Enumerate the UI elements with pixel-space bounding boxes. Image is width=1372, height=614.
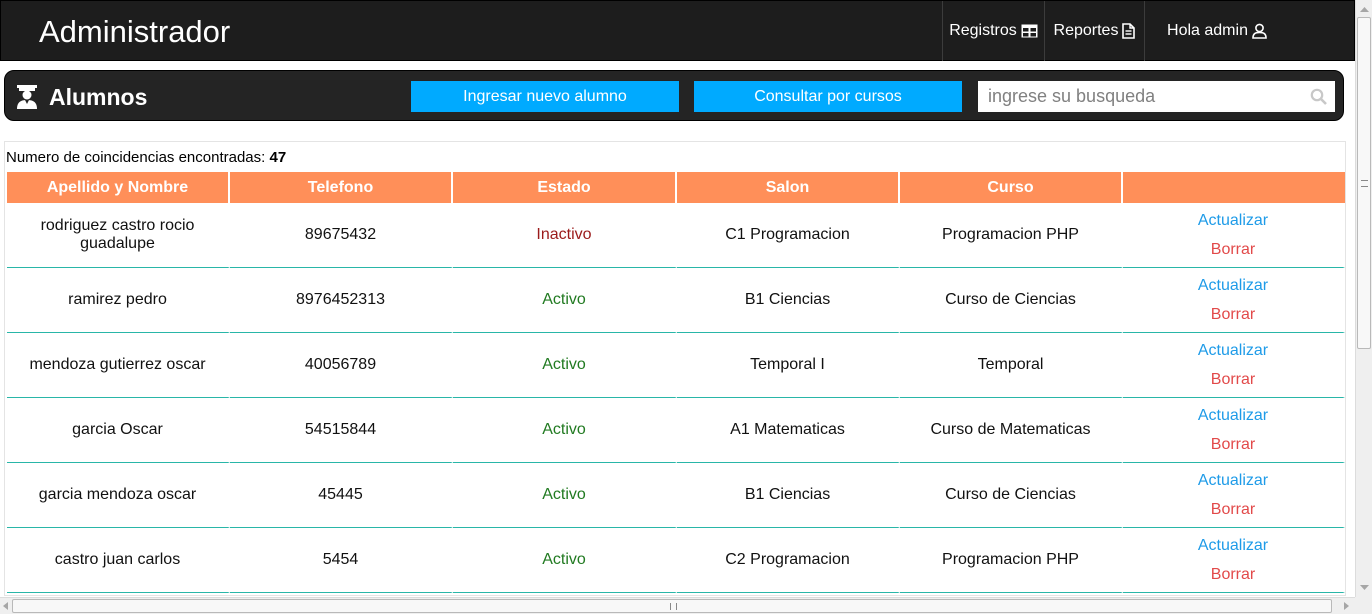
cell-nombre: garcia Oscar bbox=[7, 398, 230, 463]
col-header-salon[interactable]: Salon bbox=[677, 172, 900, 203]
results-count-value: 47 bbox=[269, 149, 287, 166]
scrollbar-corner bbox=[1355, 597, 1372, 614]
vertical-scroll-thumb[interactable] bbox=[1357, 17, 1371, 349]
cell-curso: Curso de Ciencias bbox=[900, 268, 1123, 333]
update-link[interactable]: Actualizar bbox=[1123, 212, 1343, 230]
cell-salon: B1 Ciencias bbox=[677, 463, 900, 528]
cell-actions: Actualizar Borrar bbox=[1123, 463, 1345, 528]
cell-salon: C1 Programacion bbox=[677, 203, 900, 268]
results-panel: Numero de coincidencias encontradas: 47 … bbox=[4, 141, 1346, 596]
cell-salon: B1 Ciencias bbox=[677, 268, 900, 333]
cell-nombre: castro juan carlos bbox=[7, 528, 230, 593]
section-title: Alumnos bbox=[49, 84, 148, 110]
cell-salon: Temporal I bbox=[677, 333, 900, 398]
nav-user-label: Hola admin bbox=[1167, 22, 1248, 39]
delete-link[interactable]: Borrar bbox=[1123, 436, 1343, 454]
nav-registros[interactable]: Registros bbox=[942, 1, 1044, 61]
col-header-actions bbox=[1123, 172, 1345, 203]
table-row: castro juan carlos 5454 Activo C2 Progra… bbox=[7, 528, 1345, 593]
table-row: garcia Oscar 54515844 Activo A1 Matemati… bbox=[7, 398, 1345, 463]
horizontal-scrollbar[interactable] bbox=[0, 597, 1355, 614]
scroll-down-arrow-icon[interactable] bbox=[1356, 580, 1372, 595]
cell-curso: Curso de Matematicas bbox=[900, 398, 1123, 463]
delete-link[interactable]: Borrar bbox=[1123, 371, 1343, 389]
section-header: Alumnos Ingresar nuevo alumno Consultar … bbox=[4, 70, 1344, 121]
scroll-up-arrow-icon[interactable] bbox=[1356, 2, 1372, 17]
cell-actions: Actualizar Borrar bbox=[1123, 268, 1345, 333]
user-icon bbox=[1252, 23, 1267, 39]
scroll-left-arrow-icon[interactable] bbox=[0, 598, 12, 614]
results-count-label: Numero de coincidencias encontradas: bbox=[6, 149, 266, 166]
update-link[interactable]: Actualizar bbox=[1123, 537, 1343, 555]
scroll-grip-icon bbox=[670, 603, 677, 610]
vertical-scrollbar[interactable] bbox=[1355, 0, 1372, 597]
nav-user-menu[interactable]: Hola admin bbox=[1144, 1, 1289, 61]
search-input[interactable] bbox=[978, 81, 1298, 112]
document-icon bbox=[1122, 23, 1136, 39]
students-table: Apellido y Nombre Telefono Estado Salon … bbox=[7, 172, 1345, 593]
table-row: rodriguez castro rocio guadalupe 8967543… bbox=[7, 203, 1345, 268]
cell-nombre: garcia mendoza oscar bbox=[7, 463, 230, 528]
cell-telefono: 5454 bbox=[230, 528, 453, 593]
student-icon bbox=[17, 85, 37, 109]
cell-telefono: 8976452313 bbox=[230, 268, 453, 333]
cell-nombre: rodriguez castro rocio guadalupe bbox=[7, 203, 230, 268]
table-row: mendoza gutierrez oscar 40056789 Activo … bbox=[7, 333, 1345, 398]
cell-estado: Activo bbox=[453, 528, 677, 593]
table-row: garcia mendoza oscar 45445 Activo B1 Cie… bbox=[7, 463, 1345, 528]
cell-actions: Actualizar Borrar bbox=[1123, 203, 1345, 268]
cell-telefono: 54515844 bbox=[230, 398, 453, 463]
cell-nombre: ramirez pedro bbox=[7, 268, 230, 333]
delete-link[interactable]: Borrar bbox=[1123, 306, 1343, 324]
nav-reportes-label: Reportes bbox=[1053, 22, 1119, 39]
delete-link[interactable]: Borrar bbox=[1123, 566, 1343, 584]
nav-registros-label: Registros bbox=[949, 22, 1017, 39]
update-link[interactable]: Actualizar bbox=[1123, 407, 1343, 425]
cell-actions: Actualizar Borrar bbox=[1123, 398, 1345, 463]
cell-curso: Programacion PHP bbox=[900, 528, 1123, 593]
cell-salon: C2 Programacion bbox=[677, 528, 900, 593]
horizontal-scroll-thumb[interactable] bbox=[12, 599, 1332, 613]
col-header-telefono[interactable]: Telefono bbox=[230, 172, 453, 203]
cell-curso: Curso de Ciencias bbox=[900, 463, 1123, 528]
update-link[interactable]: Actualizar bbox=[1123, 277, 1343, 295]
top-navbar: Administrador Registros Reportes Hola ad… bbox=[0, 0, 1355, 61]
delete-link[interactable]: Borrar bbox=[1123, 501, 1343, 519]
cell-telefono: 89675432 bbox=[230, 203, 453, 268]
cell-salon: A1 Matematicas bbox=[677, 398, 900, 463]
table-row: ramirez pedro 8976452313 Activo B1 Cienc… bbox=[7, 268, 1345, 333]
cell-curso: Programacion PHP bbox=[900, 203, 1123, 268]
cell-nombre: mendoza gutierrez oscar bbox=[7, 333, 230, 398]
col-header-estado[interactable]: Estado bbox=[453, 172, 677, 203]
col-header-curso[interactable]: Curso bbox=[900, 172, 1123, 203]
search-box bbox=[978, 81, 1335, 112]
cell-telefono: 40056789 bbox=[230, 333, 453, 398]
cell-estado: Activo bbox=[453, 463, 677, 528]
table-icon bbox=[1021, 24, 1038, 38]
scroll-right-arrow-icon[interactable] bbox=[1340, 598, 1352, 614]
nav-reportes[interactable]: Reportes bbox=[1044, 1, 1144, 61]
cell-curso: Temporal bbox=[900, 333, 1123, 398]
cell-estado: Inactivo bbox=[453, 203, 677, 268]
col-header-nombre[interactable]: Apellido y Nombre bbox=[7, 172, 230, 203]
app-window: Administrador Registros Reportes Hola ad… bbox=[0, 0, 1372, 614]
update-link[interactable]: Actualizar bbox=[1123, 342, 1343, 360]
scroll-grip-icon bbox=[1361, 180, 1368, 187]
cell-actions: Actualizar Borrar bbox=[1123, 528, 1345, 593]
cell-actions: Actualizar Borrar bbox=[1123, 333, 1345, 398]
consult-courses-button[interactable]: Consultar por cursos bbox=[694, 81, 962, 112]
cell-estado: Activo bbox=[453, 398, 677, 463]
add-student-button[interactable]: Ingresar nuevo alumno bbox=[411, 81, 679, 112]
update-link[interactable]: Actualizar bbox=[1123, 472, 1343, 490]
results-count: Numero de coincidencias encontradas: 47 bbox=[6, 149, 286, 166]
cell-estado: Activo bbox=[453, 268, 677, 333]
brand-title: Administrador bbox=[39, 14, 231, 49]
cell-telefono: 45445 bbox=[230, 463, 453, 528]
cell-estado: Activo bbox=[453, 333, 677, 398]
table-header-row: Apellido y Nombre Telefono Estado Salon … bbox=[7, 172, 1345, 203]
delete-link[interactable]: Borrar bbox=[1123, 241, 1343, 259]
search-icon[interactable] bbox=[1310, 88, 1327, 105]
